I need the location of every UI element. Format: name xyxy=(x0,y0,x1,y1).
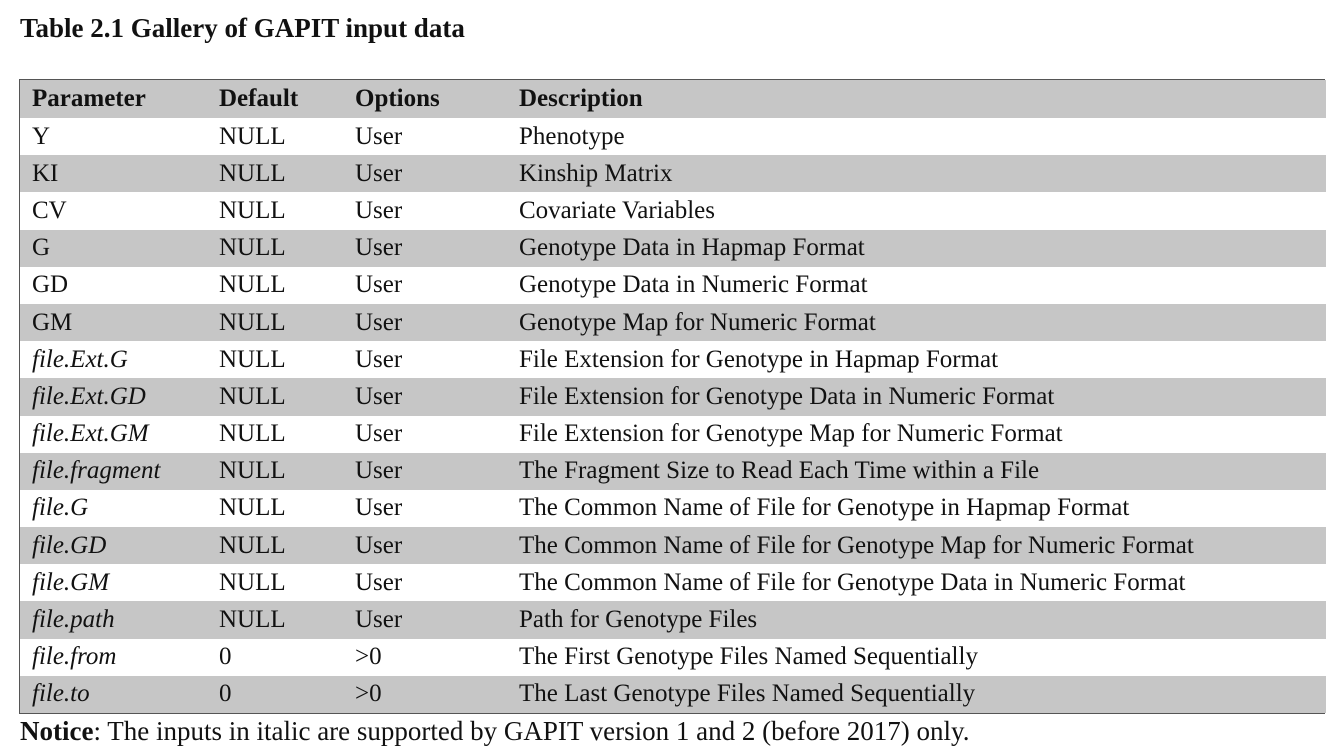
cell-parameter: file.Ext.GD xyxy=(20,378,207,416)
cell-options: User xyxy=(343,155,507,193)
cell-parameter: file.Ext.G xyxy=(20,341,207,379)
cell-default: NULL xyxy=(207,192,343,230)
cell-options: User xyxy=(343,452,507,490)
table-row: file.GM NULL User The Common Name of File f… xyxy=(20,564,1326,602)
cell-description: File Extension for Genotype Data in Nume… xyxy=(507,378,1326,416)
cell-default: NULL xyxy=(207,118,343,156)
cell-default: NULL xyxy=(207,564,343,602)
cell-description: The First Genotype Files Named Sequentia… xyxy=(507,638,1326,676)
table-body: Y NULL User Phenotype KI NULL User Kinship Matr… xyxy=(20,118,1326,713)
cell-description: File Extension for Genotype Map for Nume… xyxy=(507,415,1326,453)
data-table: Parameter Default Options Description YN… xyxy=(20,80,1326,713)
cell-parameter: file.fragment xyxy=(20,452,207,490)
notice-text: Notice: The inputs in italic are support… xyxy=(20,712,970,750)
cell-default: 0 xyxy=(207,638,343,676)
table-row: file.Ext.GD NULL User File Extension for Ge… xyxy=(20,378,1326,416)
cell-options: >0 xyxy=(343,638,507,676)
header-default: Default xyxy=(207,80,343,118)
cell-parameter: file.GM xyxy=(20,564,207,602)
cell-description: The Common Name of File for Genotype Dat… xyxy=(507,564,1326,602)
cell-options: User xyxy=(343,564,507,602)
cell-default: NULL xyxy=(207,452,343,490)
cell-parameter: file.G xyxy=(20,489,207,528)
cell-options: User xyxy=(343,527,507,565)
cell-description: Genotype Data in Hapmap Format xyxy=(507,229,1326,267)
cell-default: NULL xyxy=(207,229,343,267)
table-row: file.GD NULL User The Common Name of File f… xyxy=(20,527,1326,565)
cell-default: NULL xyxy=(207,303,343,342)
cell-description: Genotype Data in Numeric Format xyxy=(507,266,1326,304)
table-row: file.to 0 >0 The Last Genotype Files Named … xyxy=(20,675,1326,713)
table-row: KI NULL User Kinship Matrix xyxy=(20,155,1326,193)
notice-label: Notice xyxy=(20,716,94,746)
header-description: Description xyxy=(507,80,1326,118)
table-row: GD NULL User Genotype Data in Numeric Forma… xyxy=(20,266,1326,304)
cell-parameter: file.from xyxy=(20,638,207,676)
table-row: file.Ext.GM NULL User File Extension for Ge… xyxy=(20,415,1326,453)
cell-default: NULL xyxy=(207,415,343,453)
table-row: G NULL User Genotype Data in Hapmap Format xyxy=(20,229,1326,267)
cell-options: User xyxy=(343,192,507,230)
cell-default: 0 xyxy=(207,675,343,713)
cell-description: The Common Name of File for Genotype Map… xyxy=(507,527,1326,565)
cell-description: Phenotype xyxy=(507,118,1326,156)
cell-description: Covariate Variables xyxy=(507,192,1326,230)
cell-default: NULL xyxy=(207,601,343,639)
cell-options: User xyxy=(343,118,507,156)
cell-parameter: file.GD xyxy=(20,527,207,565)
cell-options: User xyxy=(343,378,507,416)
cell-options: User xyxy=(343,303,507,342)
cell-options: User xyxy=(343,229,507,267)
cell-default: NULL xyxy=(207,341,343,379)
cell-parameter: file.Ext.GM xyxy=(20,415,207,453)
cell-description: File Extension for Genotype in Hapmap Fo… xyxy=(507,341,1326,379)
cell-description: The Fragment Size to Read Each Time with… xyxy=(507,452,1326,490)
header-row: Parameter Default Options Description xyxy=(20,80,1326,118)
cell-description: The Common Name of File for Genotype in … xyxy=(507,489,1326,528)
gapit-input-table: Parameter Default Options Description YN… xyxy=(19,79,1326,714)
cell-parameter: GM xyxy=(20,303,207,342)
cell-parameter: Y xyxy=(20,118,207,156)
cell-options: >0 xyxy=(343,675,507,713)
table-row: GM NULL User Genotype Map for Numeric Forma… xyxy=(20,303,1326,342)
table-row: file.G NULL User The Common Name of File fo… xyxy=(20,489,1326,528)
header-options: Options xyxy=(343,80,507,118)
cell-options: User xyxy=(343,266,507,304)
table-row: file.from 0 >0 The First Genotype Files Nam… xyxy=(20,638,1326,676)
cell-default: NULL xyxy=(207,378,343,416)
cell-default: NULL xyxy=(207,489,343,528)
cell-options: User xyxy=(343,415,507,453)
table-row: CV NULL User Covariate Variables xyxy=(20,192,1326,230)
table-row: file.fragment NULL User The Fragment Size t… xyxy=(20,452,1326,490)
cell-description: Kinship Matrix xyxy=(507,155,1326,193)
table-row: Y NULL User Phenotype xyxy=(20,118,1326,156)
cell-parameter: G xyxy=(20,229,207,267)
cell-options: User xyxy=(343,489,507,528)
cell-options: User xyxy=(343,341,507,379)
table-row: file.path NULL User Path for Genotype Files xyxy=(20,601,1326,639)
cell-default: NULL xyxy=(207,155,343,193)
notice-body: : The inputs in italic are supported by … xyxy=(93,716,970,746)
cell-parameter: GD xyxy=(20,266,207,304)
cell-parameter: file.path xyxy=(20,601,207,639)
cell-parameter: CV xyxy=(20,192,207,230)
header-parameter: Parameter xyxy=(20,80,207,118)
cell-parameter: KI xyxy=(20,155,207,193)
table-caption: Table 2.1 Gallery of GAPIT input data xyxy=(20,13,465,43)
cell-default: NULL xyxy=(207,527,343,565)
cell-options: User xyxy=(343,601,507,639)
cell-description: The Last Genotype Files Named Sequential… xyxy=(507,675,1326,713)
cell-description: Genotype Map for Numeric Format xyxy=(507,303,1326,342)
cell-description: Path for Genotype Files xyxy=(507,601,1326,639)
table-row: file.Ext.G NULL User File Extension for Gen… xyxy=(20,341,1326,379)
cell-default: NULL xyxy=(207,266,343,304)
cell-parameter: file.to xyxy=(20,675,207,713)
